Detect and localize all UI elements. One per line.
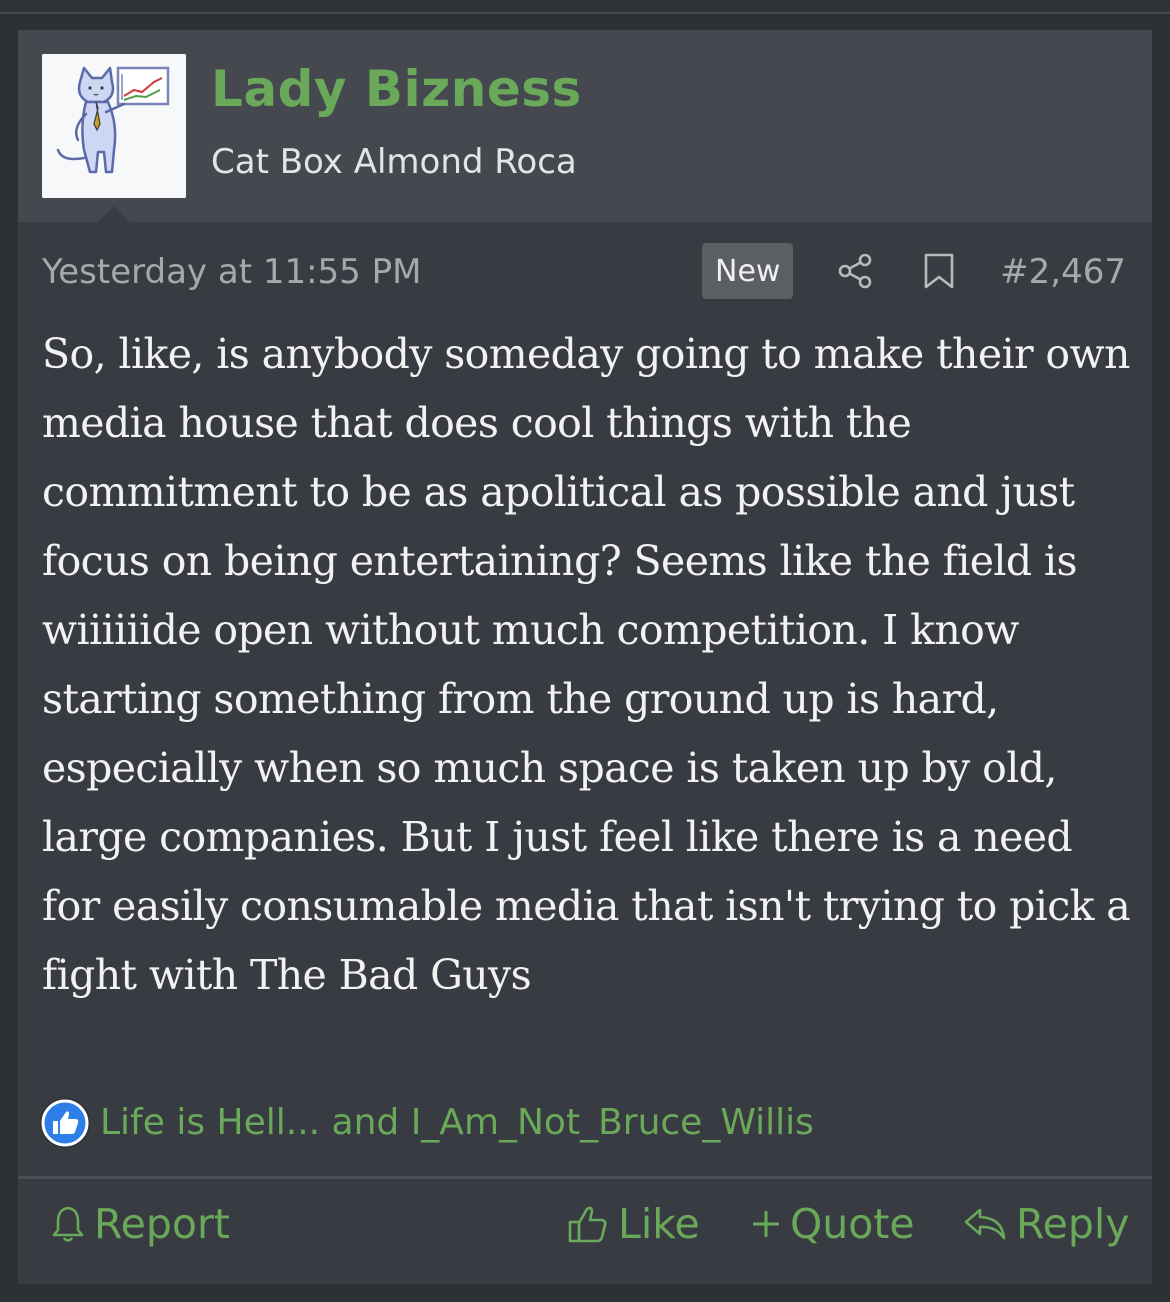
bell-icon xyxy=(52,1206,84,1242)
cat-presenting-chart-avatar-icon xyxy=(42,54,186,198)
post-actions-bar: Report Like Quote Reply xyxy=(18,1190,1152,1260)
reactions-bar: Life is Hell... and I_Am_Not_Bruce_Willi… xyxy=(38,1092,1138,1152)
author-name[interactable]: Lady Bizness xyxy=(211,60,582,118)
like-reaction-icon[interactable] xyxy=(40,1098,90,1148)
quote-button[interactable]: Quote xyxy=(750,1196,915,1252)
post-number-link[interactable]: #2,467 xyxy=(1000,252,1126,292)
reaction-users-link[interactable]: Life is Hell... and I_Am_Not_Bruce_Willi… xyxy=(100,1102,814,1143)
post-meta-bar: Yesterday at 11:55 PM New #2,467 xyxy=(18,240,1152,304)
bookmark-icon[interactable] xyxy=(922,252,956,290)
forum-post: Lady Bizness Cat Box Almond Roca Yesterd… xyxy=(18,30,1152,1284)
user-avatar[interactable] xyxy=(42,54,186,198)
report-button[interactable]: Report xyxy=(50,1196,230,1252)
like-label: Like xyxy=(618,1200,700,1248)
footer-divider xyxy=(18,1176,1152,1179)
plus-icon xyxy=(753,1211,779,1237)
thumbs-up-icon xyxy=(568,1206,607,1243)
reply-label: Reply xyxy=(1016,1200,1130,1248)
header-notch xyxy=(98,206,130,222)
report-label: Report xyxy=(94,1200,230,1248)
reply-arrow-icon xyxy=(964,1208,1006,1240)
top-edge xyxy=(0,0,1170,14)
post-body-text: So, like, is anybody someday going to ma… xyxy=(42,330,1131,999)
quote-label: Quote xyxy=(790,1200,915,1248)
reply-button[interactable]: Reply xyxy=(962,1196,1130,1252)
like-button[interactable]: Like xyxy=(566,1196,700,1252)
author-title: Cat Box Almond Roca xyxy=(211,142,577,182)
share-icon[interactable] xyxy=(836,252,874,290)
post-author-header: Lady Bizness Cat Box Almond Roca xyxy=(18,30,1152,222)
post-date[interactable]: Yesterday at 11:55 PM xyxy=(42,252,421,292)
new-badge: New xyxy=(702,243,794,299)
